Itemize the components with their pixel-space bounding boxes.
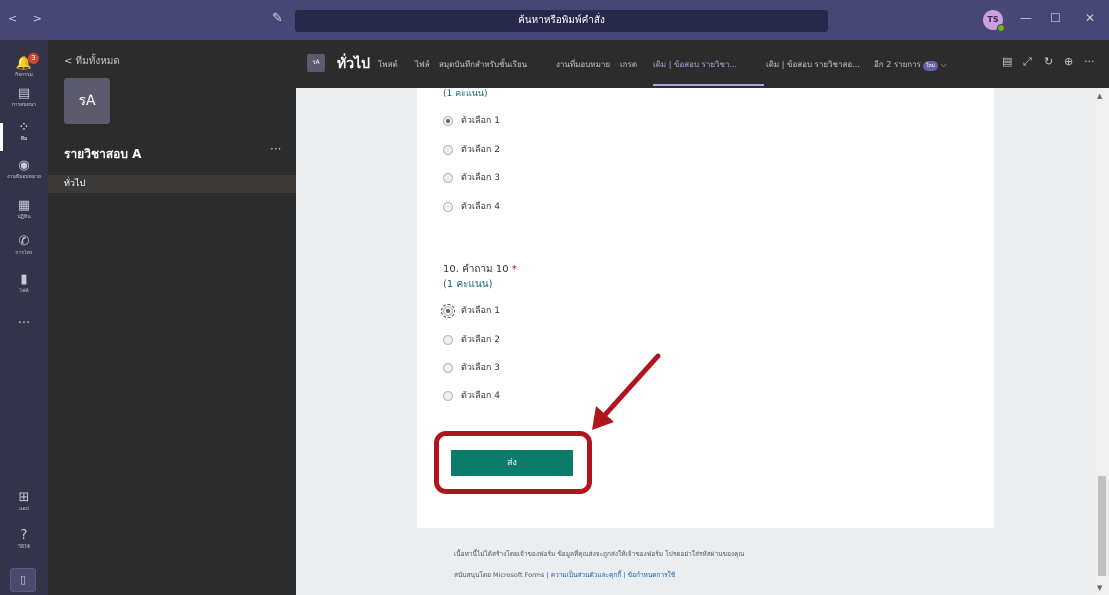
help-icon: ? bbox=[20, 528, 28, 543]
channel-title: ทั่วไป bbox=[337, 56, 371, 72]
rail-label: กิจกรรม bbox=[15, 72, 33, 78]
team-avatar: รA bbox=[64, 78, 110, 124]
tab-exam-2[interactable]: เดิม | ข้อสอบ รายวิชาสอ... bbox=[766, 58, 860, 71]
tab-exam-1[interactable]: เดิม | ข้อสอบ รายวิชา... bbox=[653, 58, 737, 71]
new-badge: ใหม่ bbox=[922, 61, 938, 71]
rail-apps[interactable]: ⊞ แอป bbox=[0, 490, 48, 524]
scrollbar[interactable]: ▲ ▼ bbox=[1095, 88, 1109, 595]
app-rail: 🔔 3 กิจกรรม ▤ การสนทนา ⁘ ทีม ◉ งานที่มอบ… bbox=[0, 40, 48, 595]
rail-label: แอป bbox=[19, 506, 29, 512]
avatar[interactable]: TS bbox=[983, 10, 1005, 32]
rail-label: งานที่มอบหมาย bbox=[7, 174, 41, 180]
phone-icon: ✆ bbox=[18, 234, 30, 249]
rail-label: วิธีใช้ bbox=[18, 544, 30, 550]
rail-label: ปฏิทิน bbox=[17, 214, 31, 220]
tab-posts[interactable]: โพสต์ bbox=[378, 58, 398, 71]
rail-calendar[interactable]: ▦ ปฏิทิน bbox=[0, 198, 48, 232]
active-tab-indicator bbox=[653, 84, 764, 86]
files-icon: ▮ bbox=[20, 272, 28, 287]
history-nav[interactable]: < > bbox=[8, 12, 48, 25]
more-options-icon[interactable]: ··· bbox=[1084, 55, 1095, 68]
scroll-down-arrow[interactable]: ▼ bbox=[1097, 584, 1102, 592]
search-input[interactable]: ค้นหาหรือพิมพ์คำสั่ง bbox=[295, 10, 828, 32]
form-content: (1 คะแนน) ตัวเลือก 1 ตัวเลือก 2 ตัวเลือก… bbox=[296, 88, 1109, 595]
tab-assignments[interactable]: งานที่มอบหมาย bbox=[556, 58, 610, 71]
team-more-options[interactable]: ··· bbox=[270, 142, 281, 156]
tab-grades[interactable]: เกรด bbox=[620, 58, 637, 71]
assignments-icon: ◉ bbox=[18, 158, 30, 173]
more-icon: ··· bbox=[17, 316, 31, 331]
rail-more[interactable]: ··· bbox=[0, 316, 48, 350]
rail-activity[interactable]: 🔔 3 กิจกรรม bbox=[0, 53, 48, 90]
presence-dot bbox=[997, 24, 1005, 32]
rail-label: การโทร bbox=[15, 250, 33, 256]
globe-icon[interactable]: ⊕ bbox=[1064, 55, 1073, 68]
back-to-all-teams[interactable]: < ทีมทั้งหมด bbox=[64, 54, 120, 69]
tab-files[interactable]: ไฟล์ bbox=[415, 58, 430, 71]
minimize-button[interactable]: — bbox=[1020, 11, 1032, 25]
annotation-arrow bbox=[592, 353, 661, 430]
rail-chat[interactable]: ▤ การสนทนา bbox=[0, 86, 48, 120]
rail-calls[interactable]: ✆ การโทร bbox=[0, 234, 48, 268]
tab-more-label: อีก 2 รายการ bbox=[874, 60, 921, 69]
scroll-thumb[interactable] bbox=[1098, 476, 1106, 576]
bell-icon: 🔔 bbox=[15, 56, 33, 71]
expand-icon[interactable]: ⤢ bbox=[1023, 55, 1032, 69]
channel-general[interactable]: ทั่วไป bbox=[48, 175, 296, 193]
rail-files[interactable]: ▮ ไฟล์ bbox=[0, 272, 48, 306]
rail-teams[interactable]: ⁘ ทีม bbox=[0, 120, 48, 154]
chat-icon: ▤ bbox=[17, 86, 31, 101]
conversation-icon[interactable]: ▤ bbox=[1002, 55, 1012, 68]
rail-label: ไฟล์ bbox=[19, 288, 29, 294]
tab-class-notebook[interactable]: สมุดบันทึกสำหรับชั้นเรียน bbox=[439, 58, 527, 71]
compose-icon[interactable]: ✎ bbox=[272, 11, 283, 26]
title-bar: < > ✎ ค้นหาหรือพิมพ์คำสั่ง TS — ☐ ✕ bbox=[0, 0, 1109, 40]
device-icon[interactable]: ▯ bbox=[10, 568, 36, 592]
activity-badge: 3 bbox=[28, 53, 39, 64]
avatar-initials: TS bbox=[987, 15, 999, 24]
close-button[interactable]: ✕ bbox=[1085, 11, 1095, 25]
maximize-button[interactable]: ☐ bbox=[1050, 11, 1061, 25]
team-name[interactable]: รายวิชาสอบ A bbox=[64, 145, 141, 164]
teams-panel: < ทีมทั้งหมด รA รายวิชาสอบ A ··· ทั่วไป bbox=[48, 40, 296, 595]
rail-assignments[interactable]: ◉ งานที่มอบหมาย bbox=[0, 158, 48, 192]
apps-icon: ⊞ bbox=[18, 490, 30, 505]
calendar-icon: ▦ bbox=[17, 198, 31, 213]
scroll-up-arrow[interactable]: ▲ bbox=[1097, 92, 1102, 100]
refresh-icon[interactable]: ↻ bbox=[1044, 55, 1053, 68]
channel-header: รA ทั่วไป โพสต์ ไฟล์ สมุดบันทึกสำหรับชั้… bbox=[296, 40, 1109, 88]
rail-label: ทีม bbox=[20, 136, 28, 142]
rail-help[interactable]: ? วิธีใช้ bbox=[0, 528, 48, 562]
teams-icon: ⁘ bbox=[18, 120, 30, 135]
channel-avatar: รA bbox=[307, 54, 325, 72]
tab-more[interactable]: อีก 2 รายการ ใหม่ ⌵ bbox=[874, 58, 947, 71]
rail-label: การสนทนา bbox=[11, 102, 37, 108]
